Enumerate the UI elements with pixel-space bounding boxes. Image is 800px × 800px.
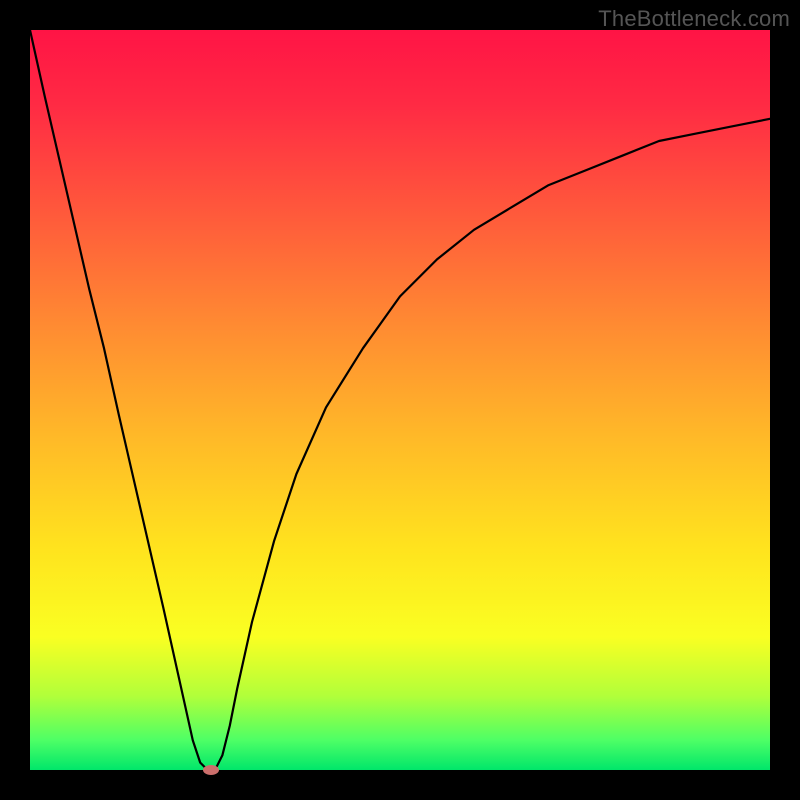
bottleneck-curve	[30, 30, 770, 770]
watermark-text: TheBottleneck.com	[598, 6, 790, 32]
chart-gradient-background	[30, 30, 770, 770]
minimum-marker	[203, 765, 219, 775]
chart-frame: TheBottleneck.com	[0, 0, 800, 800]
